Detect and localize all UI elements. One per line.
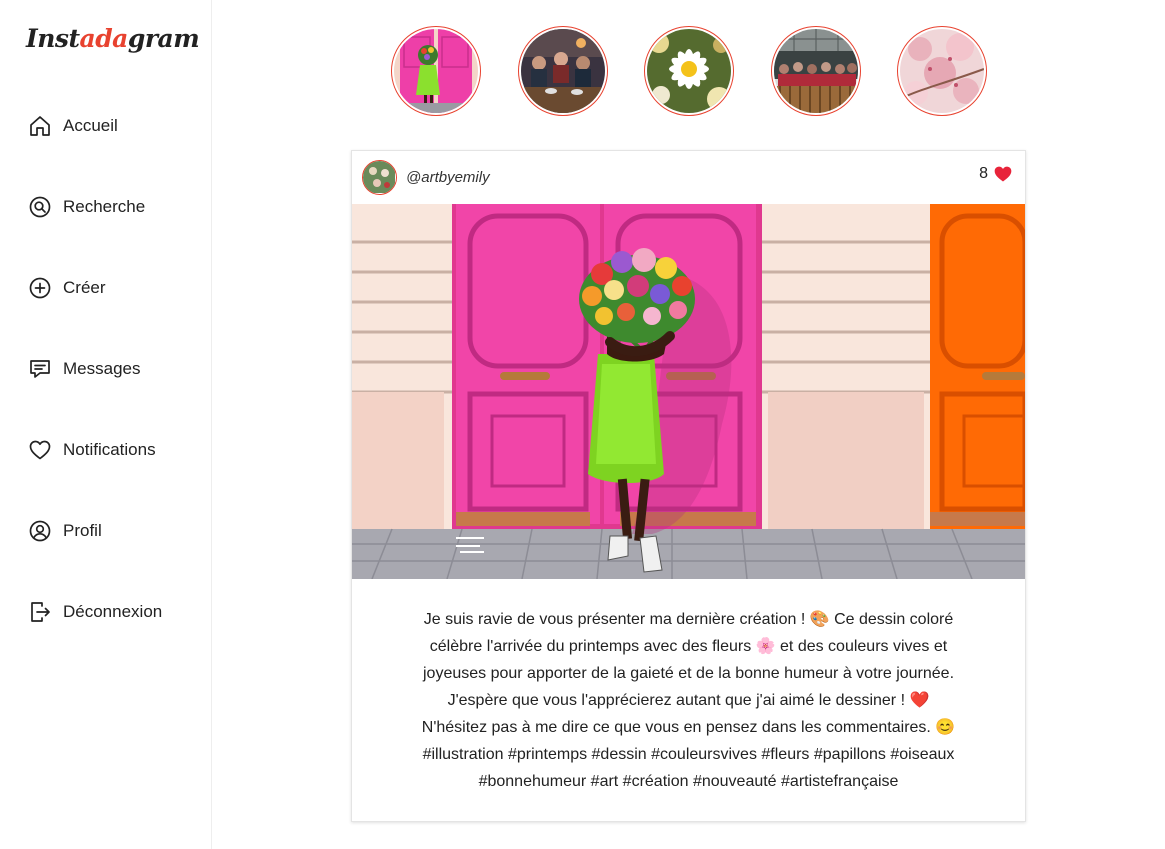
sidebar-item-label: Messages <box>63 359 141 378</box>
sidebar-item-recherche[interactable]: Recherche <box>28 189 162 225</box>
likes: 8 <box>979 164 1013 184</box>
like-count: 8 <box>979 165 988 182</box>
sidebar-item-messages[interactable]: Messages <box>28 351 162 387</box>
home-icon <box>30 116 50 136</box>
sidebar-item-label: Recherche <box>63 197 146 216</box>
caption-hashtags: #bonnehumeur #art #création #nouveauté #… <box>478 773 899 790</box>
caption-line: J'espère que vous l'apprécierez autant q… <box>447 692 930 709</box>
sidebar-item-label: Accueil <box>63 116 118 135</box>
search-icon <box>29 196 51 218</box>
logout-icon <box>31 602 50 622</box>
story-image <box>773 29 858 113</box>
post-header: @artbyemily 8 <box>352 151 1025 204</box>
story-image <box>647 29 731 113</box>
avatar-image <box>363 161 395 193</box>
caption-hashtags: #illustration #printemps #dessin #couleu… <box>422 746 955 763</box>
caption-line: joyeuses pour apporter de la gaieté et d… <box>422 665 955 682</box>
story-item[interactable] <box>517 26 608 116</box>
sidebar-item-accueil[interactable]: Accueil <box>28 108 162 144</box>
heart-icon <box>29 440 51 460</box>
sidebar-nav: Accueil Recherche Créer Messages Notific… <box>28 108 162 675</box>
story-item[interactable] <box>897 26 987 116</box>
author-username[interactable]: @artbyemily <box>406 169 490 186</box>
sidebar-item-profil[interactable]: Profil <box>28 513 162 549</box>
story-item[interactable] <box>391 26 481 116</box>
app-logo[interactable]: Instadagram <box>26 24 200 53</box>
author-avatar[interactable] <box>362 160 397 195</box>
sidebar-item-label: Notifications <box>63 440 156 459</box>
user-icon <box>29 520 51 542</box>
post-card: @artbyemily 8 Je suis ravie de vous prés… <box>351 150 1026 822</box>
sidebar-item-label: Profil <box>63 521 102 540</box>
sidebar-item-notifications[interactable]: Notifications <box>28 432 162 468</box>
sidebar: Instadagram Accueil Recherche Créer Mess… <box>0 0 212 849</box>
story-item[interactable] <box>770 26 861 116</box>
sidebar-item-creer[interactable]: Créer <box>28 270 162 306</box>
plus-circle-icon <box>29 277 51 299</box>
message-icon <box>30 360 50 378</box>
story-image <box>394 29 478 113</box>
story-image <box>520 29 605 113</box>
like-heart-icon[interactable] <box>993 164 1013 184</box>
story-image <box>899 29 985 113</box>
caption-line: N'hésitez pas à me dire ce que vous en p… <box>421 719 956 736</box>
stories-bar <box>391 26 987 116</box>
post-caption: Je suis ravie de vous présenter ma derni… <box>352 579 1025 795</box>
sidebar-item-label: Déconnexion <box>63 602 163 621</box>
sidebar-item-deconnexion[interactable]: Déconnexion <box>28 594 162 630</box>
caption-line: célèbre l'arrivée du printemps avec des … <box>429 638 948 655</box>
caption-line: Je suis ravie de vous présenter ma derni… <box>423 611 954 628</box>
story-item[interactable] <box>644 26 734 116</box>
post-image <box>352 204 1025 579</box>
sidebar-item-label: Créer <box>63 278 106 297</box>
